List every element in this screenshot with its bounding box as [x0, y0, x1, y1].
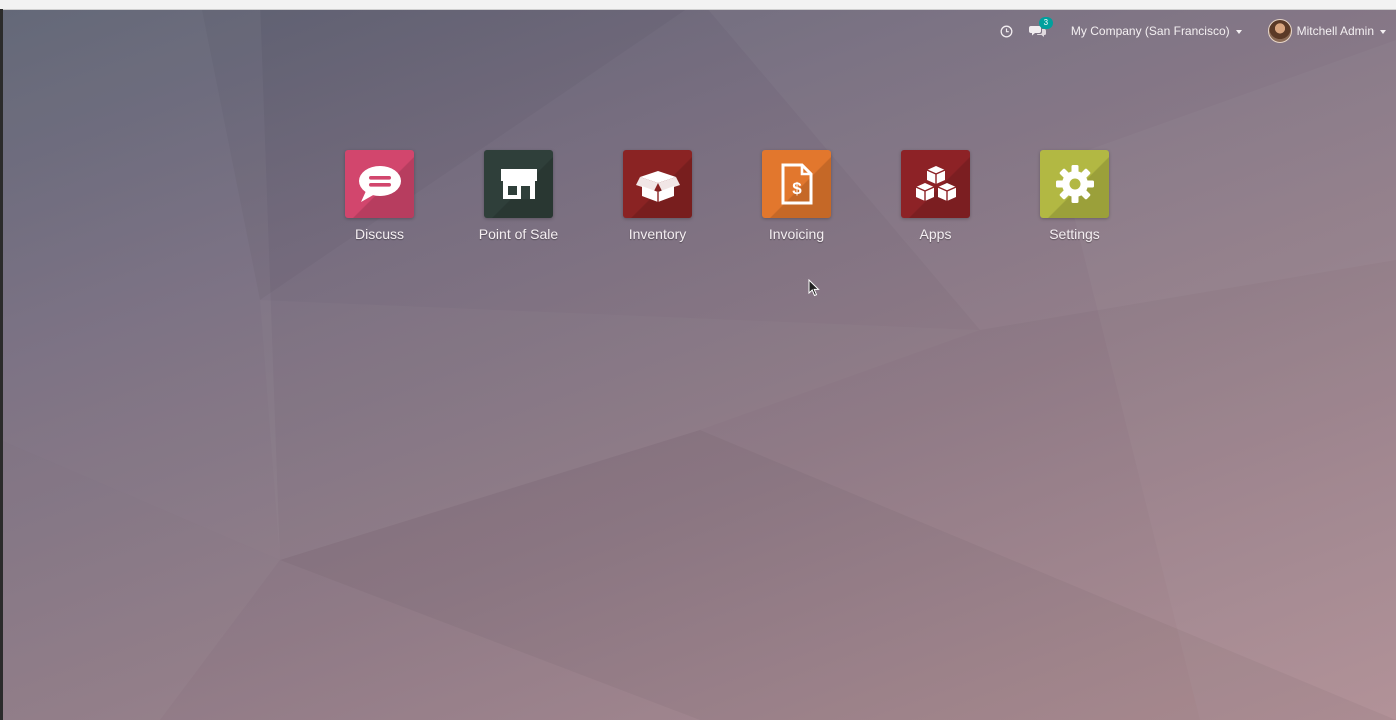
- home-screen: 3 My Company (San Francisco) Mitchell Ad…: [0, 0, 1396, 720]
- app-invoicing[interactable]: $ Invoicing: [727, 150, 866, 242]
- browser-top-strip: [0, 0, 1396, 10]
- user-name: Mitchell Admin: [1296, 24, 1374, 38]
- app-icon-tile: [484, 150, 553, 218]
- mouse-cursor-icon: [808, 279, 820, 297]
- background-facets: [0, 0, 280, 560]
- invoice-icon: $: [781, 163, 812, 205]
- app-label: Invoicing: [768, 226, 825, 242]
- window-left-edge: [0, 9, 3, 720]
- company-switcher[interactable]: My Company (San Francisco): [1071, 24, 1242, 38]
- company-caret-icon: [1235, 29, 1242, 34]
- systray: 3 My Company (San Francisco) Mitchell Ad…: [1000, 17, 1386, 45]
- app-label: Inventory: [628, 226, 687, 242]
- user-menu[interactable]: Mitchell Admin: [1267, 19, 1386, 43]
- app-settings[interactable]: Settings: [1005, 150, 1144, 242]
- app-discuss[interactable]: Discuss: [310, 150, 449, 242]
- svg-text:$: $: [792, 179, 802, 198]
- company-name: My Company (San Francisco): [1070, 24, 1230, 38]
- avatar: [1267, 19, 1292, 43]
- app-inventory[interactable]: Inventory: [588, 150, 727, 242]
- gear-icon: [1055, 165, 1094, 203]
- app-icon-tile: [623, 150, 692, 218]
- app-icon-tile: [345, 150, 414, 218]
- app-label: Apps: [919, 226, 952, 242]
- activity-clock-icon[interactable]: [1000, 25, 1013, 38]
- app-apps[interactable]: Apps: [866, 150, 1005, 242]
- app-point-of-sale[interactable]: Point of Sale: [449, 150, 588, 242]
- store-icon: [500, 169, 537, 199]
- app-icon-tile: $: [762, 150, 831, 218]
- cubes-icon: [915, 166, 956, 201]
- box-icon: [635, 171, 680, 202]
- app-grid: Discuss Point of Sale Inventory $ Invoic…: [310, 150, 1144, 242]
- app-label: Discuss: [354, 226, 404, 242]
- app-icon-tile: [1040, 150, 1109, 218]
- app-label: Settings: [1049, 226, 1100, 242]
- user-caret-icon: [1380, 29, 1386, 34]
- app-label: Point of Sale: [478, 226, 559, 242]
- app-icon-tile: [901, 150, 970, 218]
- chat-bubble-icon: [358, 166, 401, 202]
- chat-badge: 3: [1038, 17, 1053, 29]
- messaging-button[interactable]: 3: [1028, 17, 1053, 39]
